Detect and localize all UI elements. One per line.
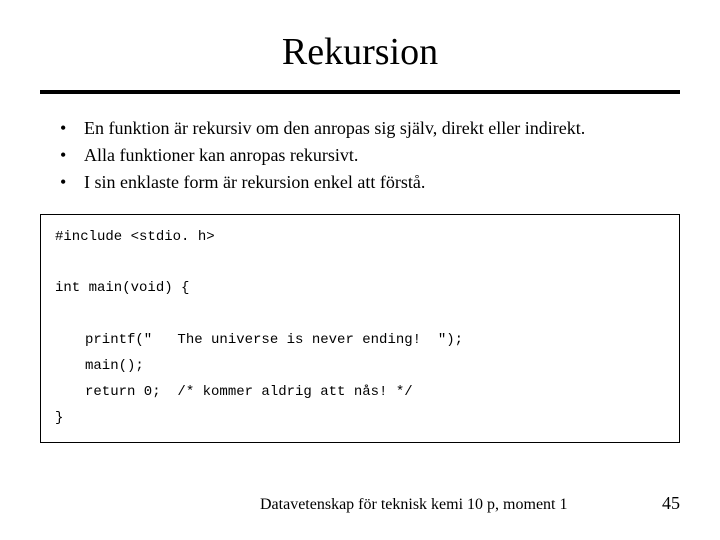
slide-title: Rekursion [40, 30, 680, 74]
code-line: } [55, 406, 665, 432]
bullet-item: I sin enklaste form är rekursion enkel a… [60, 170, 680, 195]
code-line: #include <stdio. h> [55, 225, 665, 251]
code-line: main(); [55, 354, 665, 380]
footer: Datavetenskap för teknisk kemi 10 p, mom… [0, 493, 720, 514]
slide: Rekursion En funktion är rekursiv om den… [0, 0, 720, 540]
footer-text: Datavetenskap för teknisk kemi 10 p, mom… [260, 496, 567, 514]
bullet-item: En funktion är rekursiv om den anropas s… [60, 116, 680, 141]
title-rule [40, 90, 680, 94]
code-blank [55, 250, 665, 276]
bullet-list: En funktion är rekursiv om den anropas s… [40, 116, 680, 196]
code-line: int main(void) { [55, 276, 665, 302]
code-line: printf(" The universe is never ending! "… [55, 328, 665, 354]
bullet-item: Alla funktioner kan anropas rekursivt. [60, 143, 680, 168]
code-box: #include <stdio. h> int main(void) { pri… [40, 214, 680, 443]
page-number: 45 [662, 493, 680, 514]
code-line: return 0; /* kommer aldrig att nås! */ [55, 380, 665, 406]
code-blank [55, 302, 665, 328]
